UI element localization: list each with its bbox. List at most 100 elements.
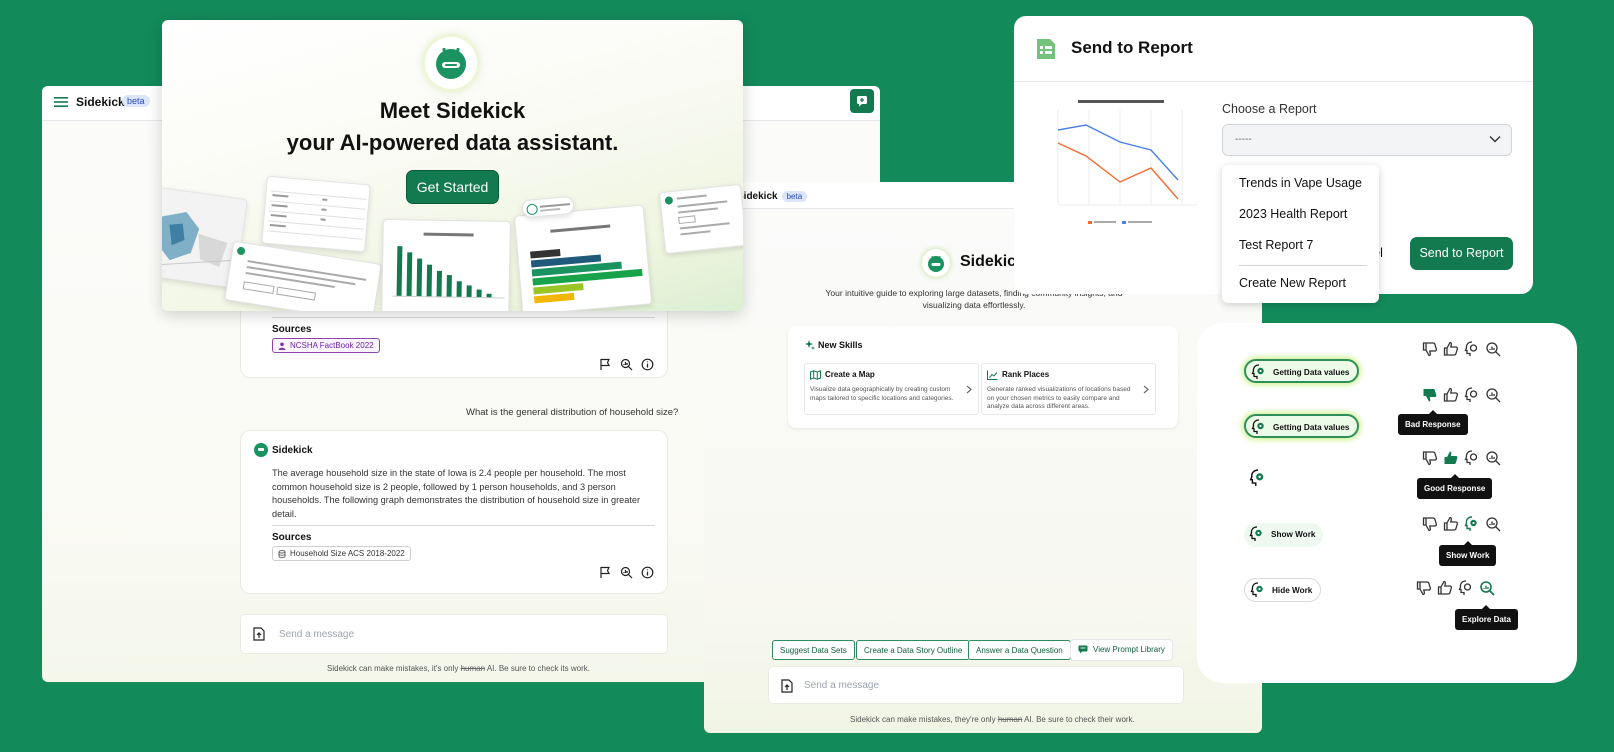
chevron-down-icon	[1489, 135, 1501, 143]
sources-divider	[272, 525, 655, 526]
thumbs-up-icon[interactable]	[1443, 387, 1459, 403]
skill-rank-places[interactable]: Rank Places Generate ranked visualizatio…	[981, 363, 1156, 415]
thumbs-down-icon[interactable]	[1422, 341, 1438, 357]
user-question: What is the general distribution of hous…	[466, 407, 679, 418]
input-placeholder: Send a message	[804, 680, 880, 691]
report-icon	[1036, 38, 1056, 60]
database-icon	[278, 550, 286, 558]
hide-work-pill[interactable]: Hide Work	[1244, 578, 1322, 602]
tooltip-explore-data: Explore Data	[1455, 605, 1518, 630]
skill-description: Generate ranked visualizations of locati…	[987, 386, 1131, 410]
map-icon	[810, 370, 821, 380]
assistant-message-card: Sidekick The average household size in t…	[240, 430, 668, 594]
explore-data-icon[interactable]	[620, 358, 633, 371]
welcome-hero: Meet Sidekick your AI-powered data assis…	[162, 20, 743, 311]
getting-data-pill[interactable]: Getting Data values	[1244, 359, 1360, 383]
explore-data-icon[interactable]	[1485, 387, 1501, 403]
explore-data-icon[interactable]	[1485, 341, 1501, 357]
source-chip[interactable]: NCSHA FactBook 2022	[272, 338, 380, 353]
thumbs-up-icon[interactable]	[1443, 450, 1459, 466]
brain-gear-icon	[1251, 419, 1267, 435]
get-started-button[interactable]: Get Started	[406, 170, 499, 204]
brain-gear-icon[interactable]	[1249, 469, 1267, 487]
show-work-icon[interactable]	[1464, 387, 1480, 403]
dropdown-divider	[1239, 265, 1367, 266]
thumbs-down-icon[interactable]	[1422, 450, 1438, 466]
tooltip-bad-response: Bad Response	[1398, 410, 1468, 435]
disclaimer: Sidekick can make mistakes, it's only hu…	[327, 664, 590, 673]
thumbs-down-icon[interactable]	[1422, 387, 1438, 403]
getting-data-pill[interactable]: Getting Data values	[1244, 414, 1360, 438]
sidekick-avatar-icon	[254, 443, 268, 457]
show-work-pill[interactable]: Show Work	[1244, 523, 1324, 547]
skill-name: Rank Places	[1002, 370, 1050, 379]
flag-icon[interactable]	[599, 566, 612, 579]
thumbs-up-icon[interactable]	[1443, 341, 1459, 357]
reaction-row	[1422, 516, 1501, 532]
beta-badge: beta	[122, 95, 150, 107]
option-test-report-7[interactable]: Test Report 7	[1239, 238, 1313, 252]
message-actions	[599, 566, 654, 579]
chart-preview-thumbnail	[1038, 98, 1208, 238]
new-skills-card: New Skills Create a Map Visualize data g…	[788, 326, 1178, 428]
report-select-value: -----	[1235, 134, 1252, 145]
report-select[interactable]: -----	[1222, 124, 1512, 156]
sparkles-icon	[805, 340, 815, 350]
sources-label: Sources	[272, 324, 312, 335]
show-work-icon[interactable]	[1458, 580, 1474, 596]
message-input[interactable]: Send a message	[240, 614, 668, 654]
option-create-new-report[interactable]: Create New Report	[1239, 276, 1346, 290]
tooltip-good-response: Good Response	[1417, 474, 1493, 499]
suggestion-data-story-outline[interactable]: Create a Data Story Outline	[856, 640, 971, 660]
beta-badge: beta	[781, 191, 808, 202]
flag-icon[interactable]	[599, 358, 612, 371]
upload-file-icon[interactable]	[781, 679, 793, 693]
thumbs-up-icon[interactable]	[1437, 580, 1453, 596]
response-states-card: Getting Data values Getting Data values …	[1197, 323, 1577, 683]
hero-title: Meet Sidekick	[379, 98, 526, 123]
sidekick-logo-icon	[425, 37, 477, 89]
report-options-dropdown: Trends in Vape Usage 2023 Health Report …	[1222, 165, 1379, 303]
suggestion-answer-data-question[interactable]: Answer a Data Question	[968, 640, 1071, 660]
reaction-row	[1422, 450, 1501, 466]
explore-data-icon[interactable]	[1479, 580, 1495, 596]
thumbs-down-icon[interactable]	[1422, 516, 1438, 532]
thumbs-down-icon[interactable]	[1416, 580, 1432, 596]
message-input[interactable]: Send a message	[768, 666, 1184, 704]
dialog-title: Send to Report	[1071, 38, 1193, 57]
source-chip[interactable]: Household Size ACS 2018-2022	[272, 546, 411, 561]
send-to-report-button[interactable]: Send to Report	[1410, 237, 1513, 270]
hbar-chart-preview-thumbnail	[513, 204, 653, 311]
skill-name: Create a Map	[825, 370, 875, 379]
show-work-icon[interactable]	[1464, 516, 1480, 532]
option-2023-health-report[interactable]: 2023 Health Report	[1239, 207, 1347, 221]
upload-file-icon[interactable]	[253, 627, 265, 641]
reaction-row	[1422, 341, 1501, 357]
info-icon[interactable]	[641, 566, 654, 579]
dialog-header: Send to Report	[1014, 16, 1533, 82]
suggestion-suggest-data-sets[interactable]: Suggest Data Sets	[772, 640, 855, 660]
thumbs-up-icon[interactable]	[1443, 516, 1459, 532]
explore-data-icon[interactable]	[1485, 450, 1501, 466]
show-work-icon[interactable]	[1464, 450, 1480, 466]
info-icon[interactable]	[641, 358, 654, 371]
skill-create-map[interactable]: Create a Map Visualize data geographical…	[804, 363, 979, 415]
view-prompt-library-button[interactable]: View Prompt Library	[1071, 640, 1172, 660]
app-brand: Sidekick beta	[76, 95, 150, 109]
input-placeholder: Send a message	[279, 629, 355, 640]
assistant-name: Sidekick	[272, 445, 313, 456]
explore-data-icon[interactable]	[1485, 516, 1501, 532]
sources-label: Sources	[272, 532, 312, 543]
sidekick-logo-icon	[922, 249, 950, 277]
disclaimer: Sidekick can make mistakes, they're only…	[850, 715, 1135, 724]
option-trends-in-vape-usage[interactable]: Trends in Vape Usage	[1239, 176, 1362, 190]
new-chat-button[interactable]	[850, 89, 874, 113]
menu-icon[interactable]	[54, 96, 68, 108]
sources-divider	[272, 317, 655, 318]
brain-gear-icon	[1250, 582, 1266, 598]
show-work-icon[interactable]	[1464, 341, 1480, 357]
tooltip-show-work: Show Work	[1439, 541, 1497, 566]
choose-report-label: Choose a Report	[1222, 102, 1317, 116]
explore-data-icon[interactable]	[620, 566, 633, 579]
reaction-row	[1416, 580, 1495, 596]
